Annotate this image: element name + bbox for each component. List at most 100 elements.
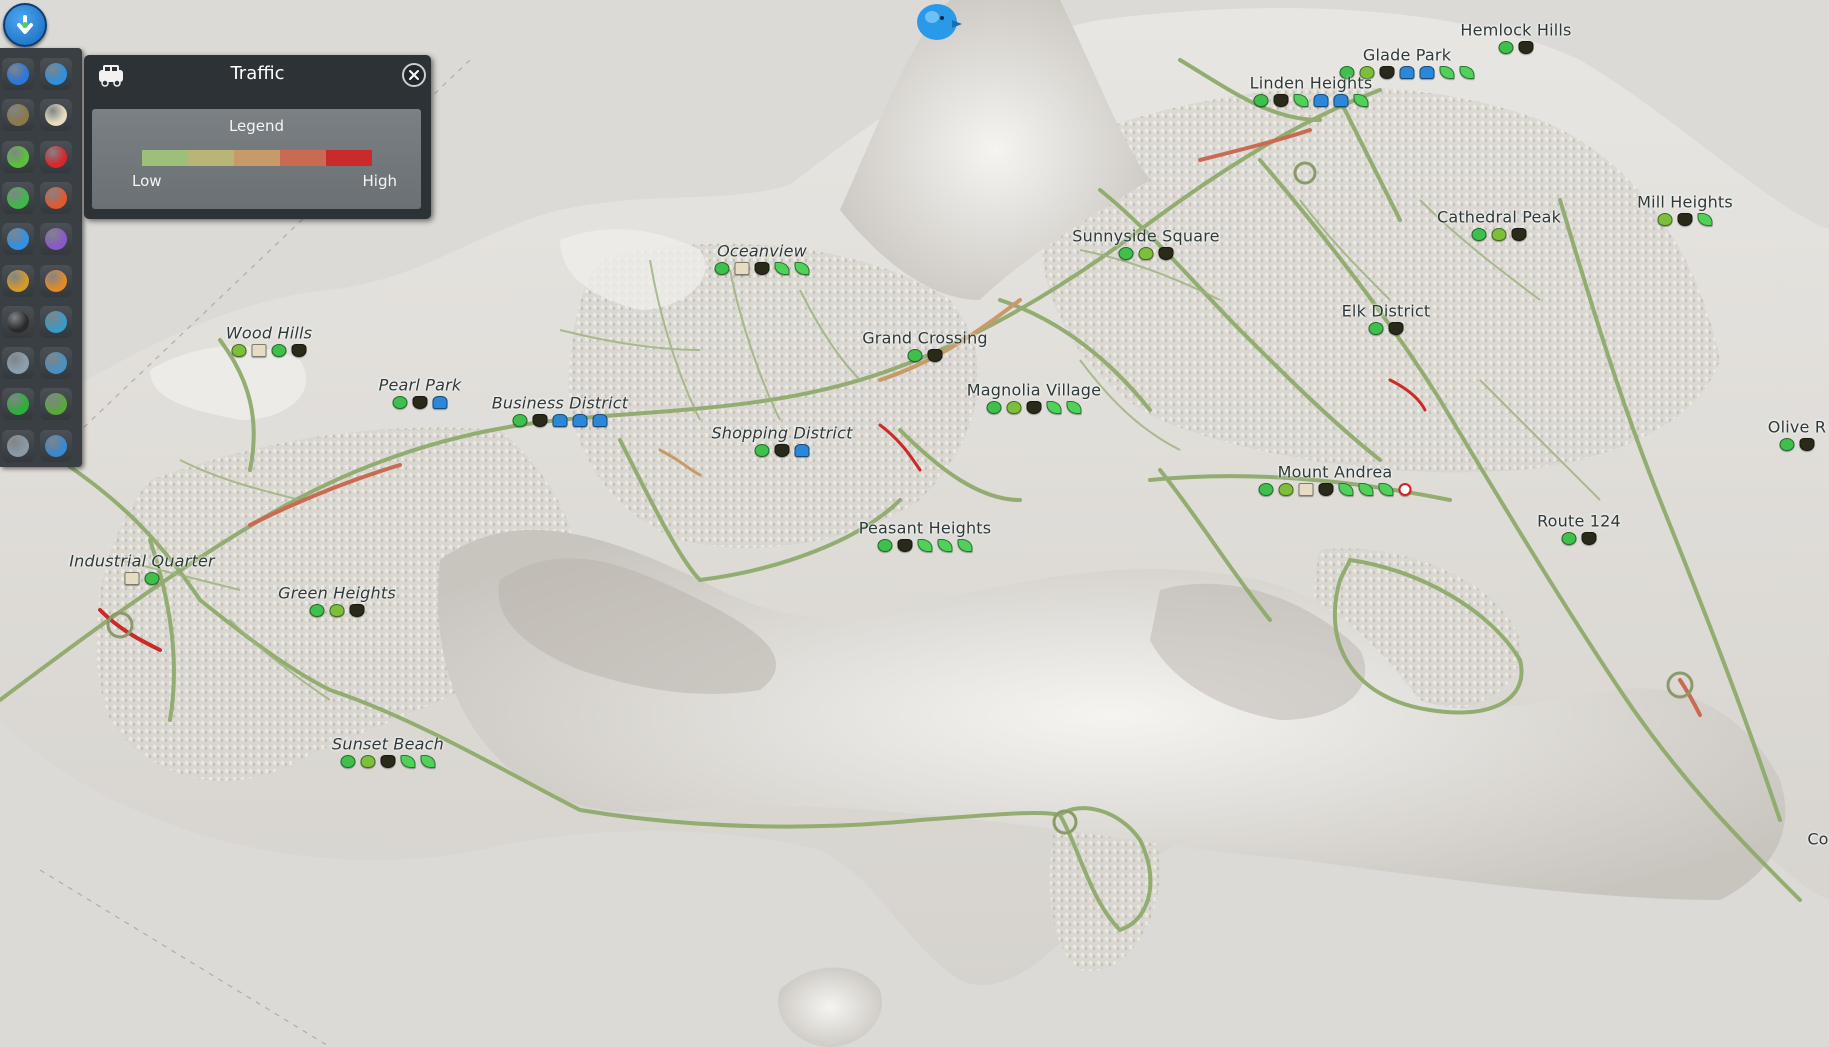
traffic-info-panel: Traffic Legend Low High <box>84 55 431 219</box>
info-view-toolbar <box>0 48 82 467</box>
chirper-bird-icon[interactable] <box>912 0 962 46</box>
tree-policy-icon <box>1006 401 1022 414</box>
water-policy-icon <box>1419 66 1435 79</box>
district-label[interactable]: Co <box>1807 830 1828 849</box>
tree-policy-icon <box>329 604 345 617</box>
toolbar-button-fire-helmet[interactable] <box>40 264 72 297</box>
leaf-policy-icon <box>1293 94 1309 107</box>
district-label[interactable]: Industrial Quarter <box>69 552 215 571</box>
district-label[interactable]: Olive R <box>1768 418 1826 437</box>
toolbar-button-public-transport-bus[interactable] <box>40 305 72 338</box>
toolbar-button-traffic-car[interactable] <box>2 223 34 256</box>
fire-policy-icon <box>1581 532 1597 545</box>
toolbar-button-garbage[interactable] <box>2 99 34 132</box>
recycle-policy-icon <box>877 539 893 552</box>
toolbar-button-electricity[interactable] <box>2 58 34 90</box>
toolbar-button-crime-mask[interactable] <box>2 305 34 338</box>
district-label[interactable]: Green Heights <box>278 584 396 603</box>
money-dollar-icon <box>7 393 29 416</box>
recycle-policy-icon <box>907 349 923 362</box>
leaf-policy-icon <box>937 539 953 552</box>
fire-policy-icon <box>349 604 365 617</box>
noise-headphones-icon <box>7 269 29 292</box>
district-label[interactable]: Oceanview <box>717 242 807 261</box>
toolbar-button-water-drop[interactable] <box>40 58 72 90</box>
toolbar-button-land-value[interactable] <box>40 347 72 380</box>
district-policy-icons <box>714 262 810 275</box>
district-label[interactable]: Pearl Park <box>379 376 462 395</box>
toolbar-button-terrain[interactable] <box>2 429 34 462</box>
landmark-star-icon <box>7 186 29 209</box>
district-label[interactable]: Magnolia Village <box>967 381 1101 400</box>
district-policy-icons <box>877 539 973 552</box>
close-button[interactable] <box>402 63 426 87</box>
district-label[interactable]: Sunnyside Square <box>1072 227 1219 246</box>
district-label[interactable]: Elk District <box>1342 302 1431 321</box>
fire-policy-icon <box>1677 213 1693 226</box>
leaf-policy-icon <box>1358 483 1374 496</box>
leaf-policy-icon <box>794 262 810 275</box>
district-policy-icons <box>1471 228 1527 241</box>
leaf-policy-icon <box>1439 66 1455 79</box>
happiness-smiley-icon <box>7 145 29 168</box>
toolbar-button-population-person[interactable] <box>2 347 34 380</box>
district-label[interactable]: Linden Heights <box>1250 74 1373 93</box>
district-label[interactable]: Business District <box>492 394 629 413</box>
district-label[interactable]: Mount Andrea <box>1278 463 1393 482</box>
recycle-policy-icon <box>392 396 408 409</box>
panel-title: Traffic <box>230 63 285 84</box>
terrain-icon <box>7 434 29 457</box>
district-policy-icons <box>754 444 810 457</box>
toolbar-button-resources-cube[interactable] <box>40 388 72 421</box>
water-policy-icon <box>1333 94 1349 107</box>
fire-policy-icon <box>412 396 428 409</box>
population-person-icon <box>7 352 29 375</box>
legend-color-step <box>326 150 372 166</box>
district-label[interactable]: Hemlock Hills <box>1460 21 1571 40</box>
water-policy-icon <box>1399 66 1415 79</box>
district-policy-icons <box>512 414 608 427</box>
tree-policy-icon <box>231 344 247 357</box>
toolbar-button-happiness-smiley[interactable] <box>2 140 34 173</box>
fire-policy-icon <box>774 444 790 457</box>
district-label[interactable]: Cathedral Peak <box>1437 208 1561 227</box>
toolbar-button-noise-headphones[interactable] <box>2 264 34 297</box>
crime-mask-icon <box>7 310 29 333</box>
district-policy-icons <box>1657 213 1713 226</box>
recycle-policy-icon <box>512 414 528 427</box>
toolbar-button-landmark-star[interactable] <box>2 181 34 214</box>
legend-high-label: High <box>362 172 397 190</box>
toolbar-button-education-book[interactable] <box>40 99 72 132</box>
info-views-toggle-button[interactable] <box>3 3 47 47</box>
fire-policy-icon <box>1518 41 1534 54</box>
district-policy-icons <box>1368 322 1404 335</box>
toolbar-button-health-heart[interactable] <box>40 140 72 173</box>
district-label[interactable]: Shopping District <box>711 424 852 443</box>
fire-policy-icon <box>1273 94 1289 107</box>
fire-policy-icon <box>927 349 943 362</box>
district-label[interactable]: Peasant Heights <box>859 519 992 538</box>
toolbar-button-wind-sock[interactable] <box>40 181 72 214</box>
district-label[interactable]: Mill Heights <box>1637 193 1733 212</box>
district-label[interactable]: Grand Crossing <box>862 329 988 348</box>
district-label[interactable]: Route 124 <box>1537 512 1621 531</box>
district-label[interactable]: Wood Hills <box>226 324 312 343</box>
leaf-policy-icon <box>774 262 790 275</box>
leaf-policy-icon <box>400 755 416 768</box>
tree-policy-icon <box>360 755 376 768</box>
fire-policy-icon <box>1026 401 1042 414</box>
district-label[interactable]: Glade Park <box>1363 46 1451 65</box>
toolbar-button-pollution-barrel[interactable] <box>40 223 72 256</box>
toolbar-button-clock[interactable] <box>40 429 72 462</box>
toolbar-button-money-dollar[interactable] <box>2 388 34 421</box>
district-label[interactable]: Sunset Beach <box>332 735 444 754</box>
water-policy-icon <box>592 414 608 427</box>
book-policy-icon <box>251 344 267 357</box>
legend-low-label: Low <box>132 172 162 190</box>
recycle-policy-icon <box>1779 438 1795 451</box>
public-transport-bus-icon <box>45 310 67 333</box>
district-policy-icons <box>1779 438 1815 451</box>
recycle-policy-icon <box>271 344 287 357</box>
resources-cube-icon <box>45 393 67 416</box>
tree-policy-icon <box>1657 213 1673 226</box>
